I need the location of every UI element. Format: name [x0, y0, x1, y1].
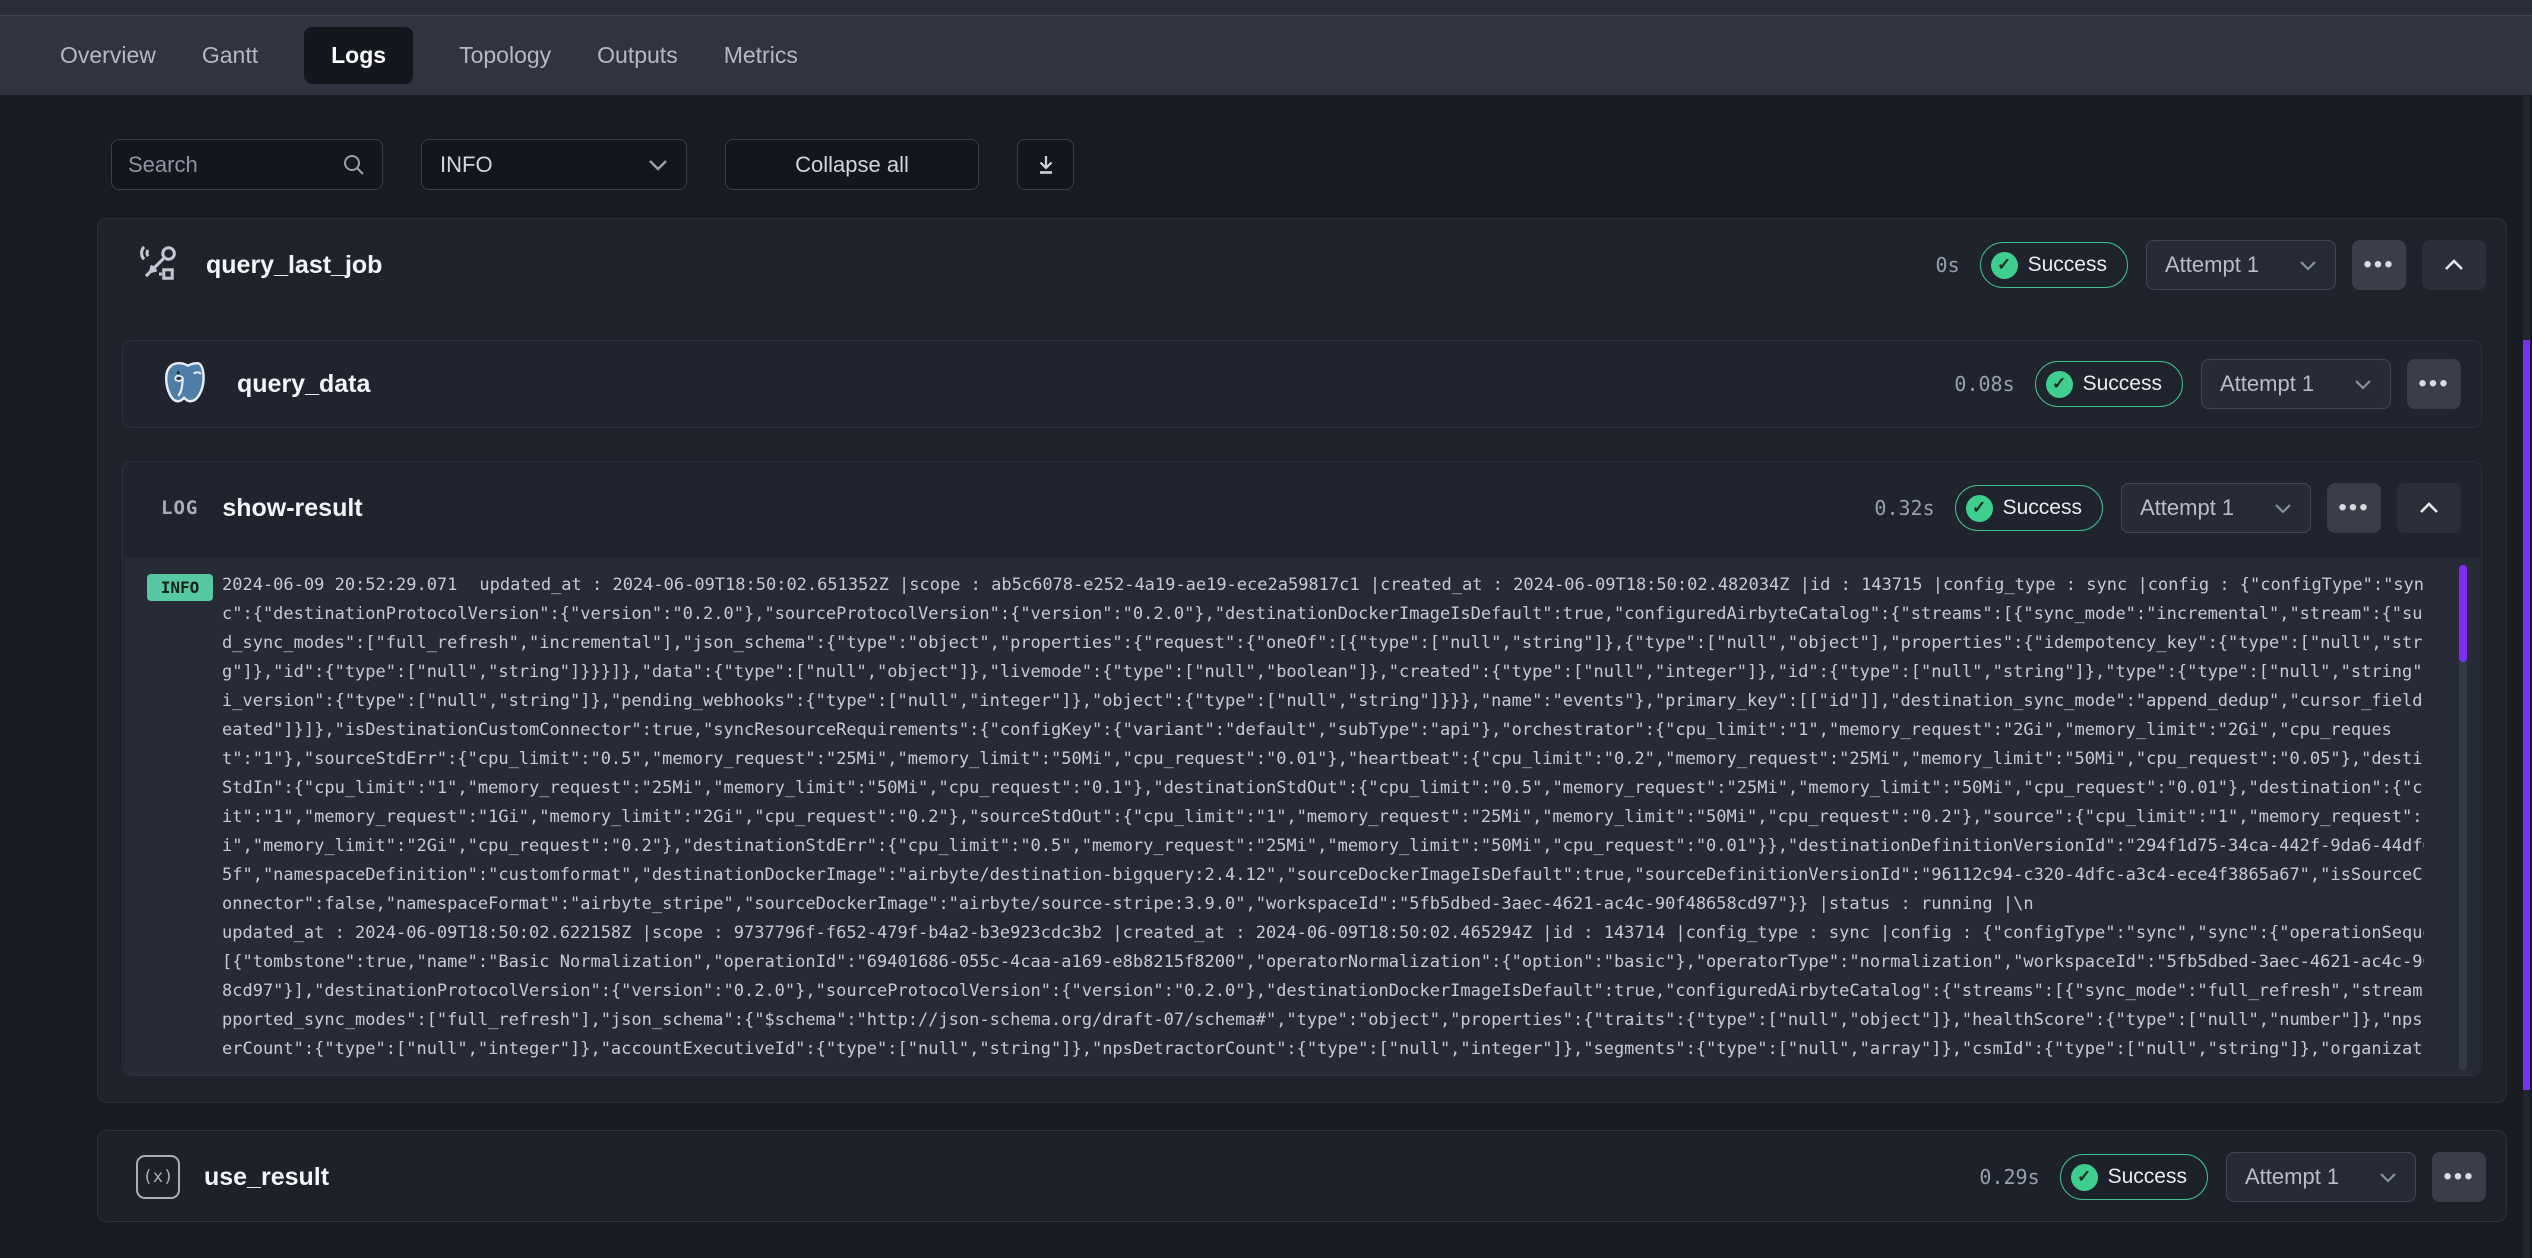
- tab-logs[interactable]: Logs: [304, 27, 413, 84]
- log-message: updated_at : 2024-06-09T18:50:02.651352Z…: [479, 575, 2424, 595]
- task-title: query_data: [237, 370, 370, 399]
- chevron-down-icon: [2379, 1172, 2397, 1183]
- task-duration: 0s: [1936, 253, 1960, 277]
- chevron-down-icon: [2274, 503, 2292, 514]
- task-card-use-result: (x) use_result 0.29s ✓ Success Attempt 1…: [97, 1130, 2507, 1222]
- postgresql-icon: [161, 358, 213, 410]
- status-badge: ✓ Success: [2060, 1154, 2208, 1200]
- chevron-up-icon: [2444, 259, 2464, 271]
- task-card-show-result: LOG show-result 0.32s ✓ Success Attempt …: [122, 461, 2482, 1076]
- download-icon: [1035, 154, 1057, 176]
- attempt-select[interactable]: Attempt 1: [2146, 240, 2336, 290]
- attempt-select[interactable]: Attempt 1: [2226, 1152, 2416, 1202]
- search-input[interactable]: Search: [111, 139, 383, 190]
- log-line: it":"1","memory_request":"1Gi","memory_l…: [222, 803, 2424, 832]
- task-header-query-last-job: query_last_job 0s ✓ Success Attempt 1 ••…: [98, 219, 2506, 311]
- task-card-query-data: query_data 0.08s ✓ Success Attempt 1 •••: [122, 340, 2482, 428]
- check-circle-icon: ✓: [2046, 371, 2073, 398]
- log-line: c":{"destinationProtocolVersion":{"versi…: [222, 600, 2424, 629]
- expression-icon: (x): [136, 1155, 180, 1199]
- tab-gantt[interactable]: Gantt: [202, 42, 258, 69]
- more-actions-button[interactable]: •••: [2432, 1152, 2486, 1202]
- log-line: updated_at : 2024-06-09T18:50:02.622158Z…: [222, 919, 2424, 948]
- task-header-use-result: (x) use_result 0.29s ✓ Success Attempt 1…: [98, 1131, 2506, 1223]
- check-circle-icon: ✓: [1966, 495, 1993, 522]
- log-line: t":"1"},"sourceStdErr":{"cpu_limit":"0.5…: [222, 745, 2424, 774]
- attempt-select[interactable]: Attempt 1: [2201, 359, 2391, 409]
- log-line: 8cd97"}],"destinationProtocolVersion":{"…: [222, 977, 2424, 1006]
- attempt-select[interactable]: Attempt 1: [2121, 483, 2311, 533]
- chevron-down-icon: [648, 159, 668, 171]
- task-card-query-last-job: query_last_job 0s ✓ Success Attempt 1 ••…: [97, 218, 2507, 1103]
- log-scrollbar-track[interactable]: [2459, 565, 2467, 1070]
- log-line: StdIn":{"cpu_limit":"1","memory_request"…: [222, 774, 2424, 803]
- more-actions-button[interactable]: •••: [2407, 359, 2461, 409]
- log-level-value: INFO: [440, 152, 493, 178]
- log-line: erCount":{"type":["null","integer"]},"ac…: [222, 1035, 2424, 1064]
- subflow-icon: [136, 242, 182, 288]
- log-level-badge: INFO: [147, 574, 213, 601]
- log-line: d_sync_modes":["full_refresh","increment…: [222, 629, 2424, 658]
- task-title: use_result: [204, 1163, 329, 1192]
- status-badge: ✓ Success: [1955, 485, 2103, 531]
- status-badge: ✓ Success: [1980, 242, 2128, 288]
- more-actions-button[interactable]: •••: [2352, 240, 2406, 290]
- status-badge: ✓ Success: [2035, 361, 2183, 407]
- chevron-down-icon: [2354, 379, 2372, 390]
- check-circle-icon: ✓: [2071, 1164, 2098, 1191]
- topbar-strip: [0, 0, 2532, 16]
- log-type-icon: LOG: [161, 497, 198, 519]
- log-timestamp: 2024-06-09 20:52:29.071: [222, 575, 457, 595]
- chevron-up-icon: [2419, 502, 2439, 514]
- download-logs-button[interactable]: [1017, 139, 1074, 190]
- task-duration: 0.08s: [1954, 372, 2014, 396]
- tab-overview[interactable]: Overview: [60, 42, 156, 69]
- task-title: query_last_job: [206, 251, 382, 280]
- log-line: pported_sync_modes":["full_refresh"],"js…: [222, 1006, 2424, 1035]
- log-line: g"]},"id":{"type":["null","string"]}}}]}…: [222, 658, 2424, 687]
- tab-metrics[interactable]: Metrics: [724, 42, 798, 69]
- task-duration: 0.32s: [1874, 496, 1934, 520]
- log-line: i_version":{"type":["null","string"]},"p…: [222, 687, 2424, 716]
- log-output: INFO 2024-06-09 20:52:29.071 updated_at :…: [124, 557, 2480, 1076]
- check-circle-icon: ✓: [1991, 252, 2018, 279]
- task-header-query-data: query_data 0.08s ✓ Success Attempt 1 •••: [123, 341, 2481, 427]
- log-line: onnector":false,"namespaceFormat":"airby…: [222, 890, 2424, 919]
- search-placeholder: Search: [128, 152, 198, 178]
- tab-outputs[interactable]: Outputs: [597, 42, 678, 69]
- more-actions-button[interactable]: •••: [2327, 483, 2381, 533]
- task-duration: 0.29s: [1979, 1165, 2039, 1189]
- chevron-down-icon: [2299, 260, 2317, 271]
- log-line: i","memory_limit":"2Gi","cpu_request":"0…: [222, 832, 2424, 861]
- page-scrollbar-thumb[interactable]: [2523, 340, 2530, 1090]
- log-line: [{"tombstone":true,"name":"Basic Normali…: [222, 948, 2424, 977]
- collapse-task-button[interactable]: [2422, 240, 2486, 290]
- execution-tabs: Overview Gantt Logs Topology Outputs Met…: [60, 16, 798, 95]
- logs-toolbar: Search INFO Collapse all: [111, 139, 1074, 190]
- top-navigation-bar: Overview Gantt Logs Topology Outputs Met…: [0, 0, 2532, 95]
- log-line: eated"]}]},"isDestinationCustomConnector…: [222, 716, 2424, 745]
- task-title: show-result: [222, 494, 362, 523]
- log-level-filter[interactable]: INFO: [421, 139, 687, 190]
- collapse-all-button[interactable]: Collapse all: [725, 139, 979, 190]
- collapse-task-button[interactable]: [2397, 483, 2461, 533]
- tab-topology[interactable]: Topology: [459, 42, 551, 69]
- search-icon: [342, 153, 366, 177]
- log-line-first: 2024-06-09 20:52:29.071 updated_at : 2024…: [222, 571, 2424, 600]
- log-line: 5f","namespaceDefinition":"customformat"…: [222, 861, 2424, 890]
- log-scrollbar-thumb[interactable]: [2459, 565, 2467, 662]
- task-header-show-result: LOG show-result 0.32s ✓ Success Attempt …: [123, 462, 2481, 554]
- log-wrapped-lines: c":{"destinationProtocolVersion":{"versi…: [222, 600, 2424, 1064]
